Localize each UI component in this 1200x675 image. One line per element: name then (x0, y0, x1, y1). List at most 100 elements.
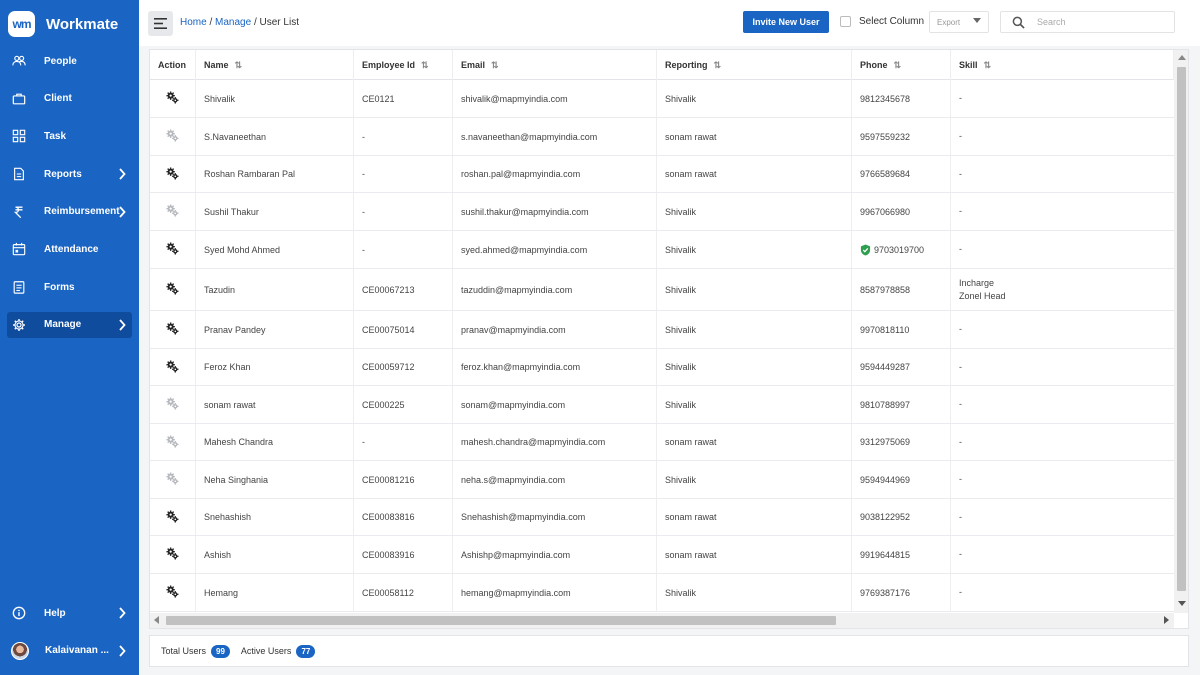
sidebar-item-label: People (44, 55, 77, 67)
avatar (11, 641, 29, 660)
settings-gear-icon[interactable] (166, 322, 179, 337)
employee-id-cell: - (354, 156, 453, 192)
table-row: Feroz Khan CE00059712 feroz.khan@mapmyindi… (150, 349, 1174, 386)
scroll-right-icon[interactable] (1164, 616, 1169, 624)
horizontal-scroll-thumb[interactable] (166, 616, 836, 625)
horizontal-scrollbar[interactable] (150, 613, 1174, 628)
search-input[interactable] (1037, 17, 1157, 27)
rupee-icon (12, 205, 26, 219)
breadcrumb-manage[interactable]: Manage (215, 17, 251, 28)
sidebar-item-task[interactable]: Task (7, 123, 132, 149)
settings-gear-icon[interactable] (166, 166, 179, 182)
column-header-skill[interactable]: Skill ⇅ (951, 50, 1174, 80)
table-row: Roshan Rambaran Pal - roshan.pal@mapmyindi… (150, 156, 1174, 193)
sort-icon[interactable]: ⇅ (491, 60, 499, 71)
phone-cell: 9810788997 (852, 386, 951, 423)
sort-icon[interactable]: ⇅ (894, 60, 902, 71)
vertical-scrollbar[interactable] (1174, 50, 1188, 613)
form-icon (12, 280, 26, 294)
skill-cell: - (951, 424, 1174, 460)
phone-value: 9594449287 (860, 362, 911, 372)
sort-icon[interactable]: ⇅ (235, 60, 243, 71)
breadcrumb-home[interactable]: Home (180, 17, 207, 28)
scroll-left-icon[interactable] (154, 616, 159, 624)
email-cell: pranav@mapmyindia.com (453, 311, 657, 348)
menu-toggle-button[interactable] (148, 11, 173, 36)
skill-cell: - (951, 80, 1174, 117)
column-header-phone[interactable]: Phone ⇅ (852, 50, 951, 80)
settings-gear-icon[interactable] (166, 547, 179, 562)
sort-icon[interactable]: ⇅ (714, 60, 722, 71)
user-name: Kalaivanan ... (45, 645, 109, 657)
scroll-up-icon[interactable] (1178, 55, 1186, 60)
name-cell: S.Navaneethan (196, 118, 354, 155)
reporting-cell: sonam rawat (657, 424, 852, 460)
sidebar-item-help[interactable]: Help (7, 600, 132, 626)
table-row: S.Navaneethan - s.navaneethan@mapmyindia.c… (150, 118, 1174, 156)
skill-cell: - (951, 311, 1174, 348)
column-header-reporting[interactable]: Reporting ⇅ (657, 50, 852, 80)
column-header-name[interactable]: Name ⇅ (196, 50, 354, 80)
email-cell: Ashishp@mapmyindia.com (453, 536, 657, 573)
select-column-toggle[interactable]: Select Column (840, 16, 924, 27)
sidebar-item-reimbursement[interactable]: Reimbursement (7, 199, 132, 225)
invite-new-user-button[interactable]: Invite New User (743, 11, 829, 33)
name-cell: Tazudin (196, 269, 354, 310)
sort-icon[interactable]: ⇅ (421, 60, 429, 71)
settings-gear-icon[interactable] (166, 282, 179, 297)
sidebar-item-attendance[interactable]: Attendance (7, 236, 132, 262)
settings-gear-icon[interactable] (166, 472, 179, 487)
vertical-scroll-thumb[interactable] (1177, 67, 1186, 591)
settings-gear-icon[interactable] (166, 204, 179, 219)
name-cell: Ashish (196, 536, 354, 573)
phone-value: 9766589684 (860, 169, 911, 179)
settings-gear-icon[interactable] (166, 242, 179, 257)
skill-value: - (959, 399, 962, 409)
total-users-label: Total Users (161, 646, 207, 656)
sidebar-item-reports[interactable]: Reports (7, 161, 132, 187)
sidebar-item-forms[interactable]: Forms (7, 274, 132, 300)
phone-cell: 9967066980 (852, 193, 951, 230)
table-row: sonam rawat CE000225 sonam@mapmyindia.com S… (150, 386, 1174, 424)
settings-gear-icon[interactable] (166, 91, 179, 106)
skill-value: - (959, 511, 962, 522)
sidebar-item-client[interactable]: Client (7, 86, 132, 112)
action-cell (150, 80, 196, 117)
settings-gear-icon[interactable] (166, 509, 179, 525)
export-dropdown[interactable]: Export (929, 11, 989, 33)
skill-value: - (959, 549, 962, 559)
sidebar-bottom: Help Kalaivanan ... (0, 600, 139, 664)
select-column-label: Select Column (859, 16, 925, 27)
employee-id-cell: - (354, 424, 453, 460)
action-cell (150, 424, 196, 460)
skill-value: - (959, 244, 962, 254)
settings-gear-icon[interactable] (166, 397, 179, 412)
skill-cell: - (951, 118, 1174, 155)
reporting-cell: Shivalik (657, 311, 852, 348)
sidebar-item-people[interactable]: People (7, 48, 132, 74)
skill-value: - (959, 131, 962, 141)
phone-cell: 9812345678 (852, 80, 951, 117)
sort-icon[interactable]: ⇅ (984, 60, 992, 71)
select-column-checkbox[interactable] (840, 16, 851, 27)
reporting-cell: sonam rawat (657, 118, 852, 155)
column-header-employee-id[interactable]: Employee Id ⇅ (354, 50, 453, 80)
settings-gear-icon[interactable] (166, 129, 179, 144)
email-cell: mahesh.chandra@mapmyindia.com (453, 424, 657, 460)
settings-gear-icon[interactable] (166, 585, 179, 600)
brand[interactable]: wm Workmate (8, 11, 118, 37)
column-header-email[interactable]: Email ⇅ (453, 50, 657, 80)
scroll-down-icon[interactable] (1178, 601, 1186, 606)
phone-cell: 9970818110 (852, 311, 951, 348)
employee-id-cell: CE00067213 (354, 269, 453, 310)
settings-gear-icon[interactable] (166, 434, 179, 450)
document-icon (12, 167, 26, 181)
skill-value: Zonel Head (959, 290, 1006, 301)
user-profile[interactable]: Kalaivanan ... (7, 638, 132, 664)
action-cell (150, 574, 196, 611)
phone-cell: 8587978858 (852, 269, 951, 310)
table-row: Snehashish CE00083816 Snehashish@mapmyindi… (150, 499, 1174, 536)
phone-value: 9810788997 (860, 399, 911, 410)
settings-gear-icon[interactable] (166, 359, 179, 375)
sidebar-item-manage[interactable]: Manage (7, 311, 132, 338)
